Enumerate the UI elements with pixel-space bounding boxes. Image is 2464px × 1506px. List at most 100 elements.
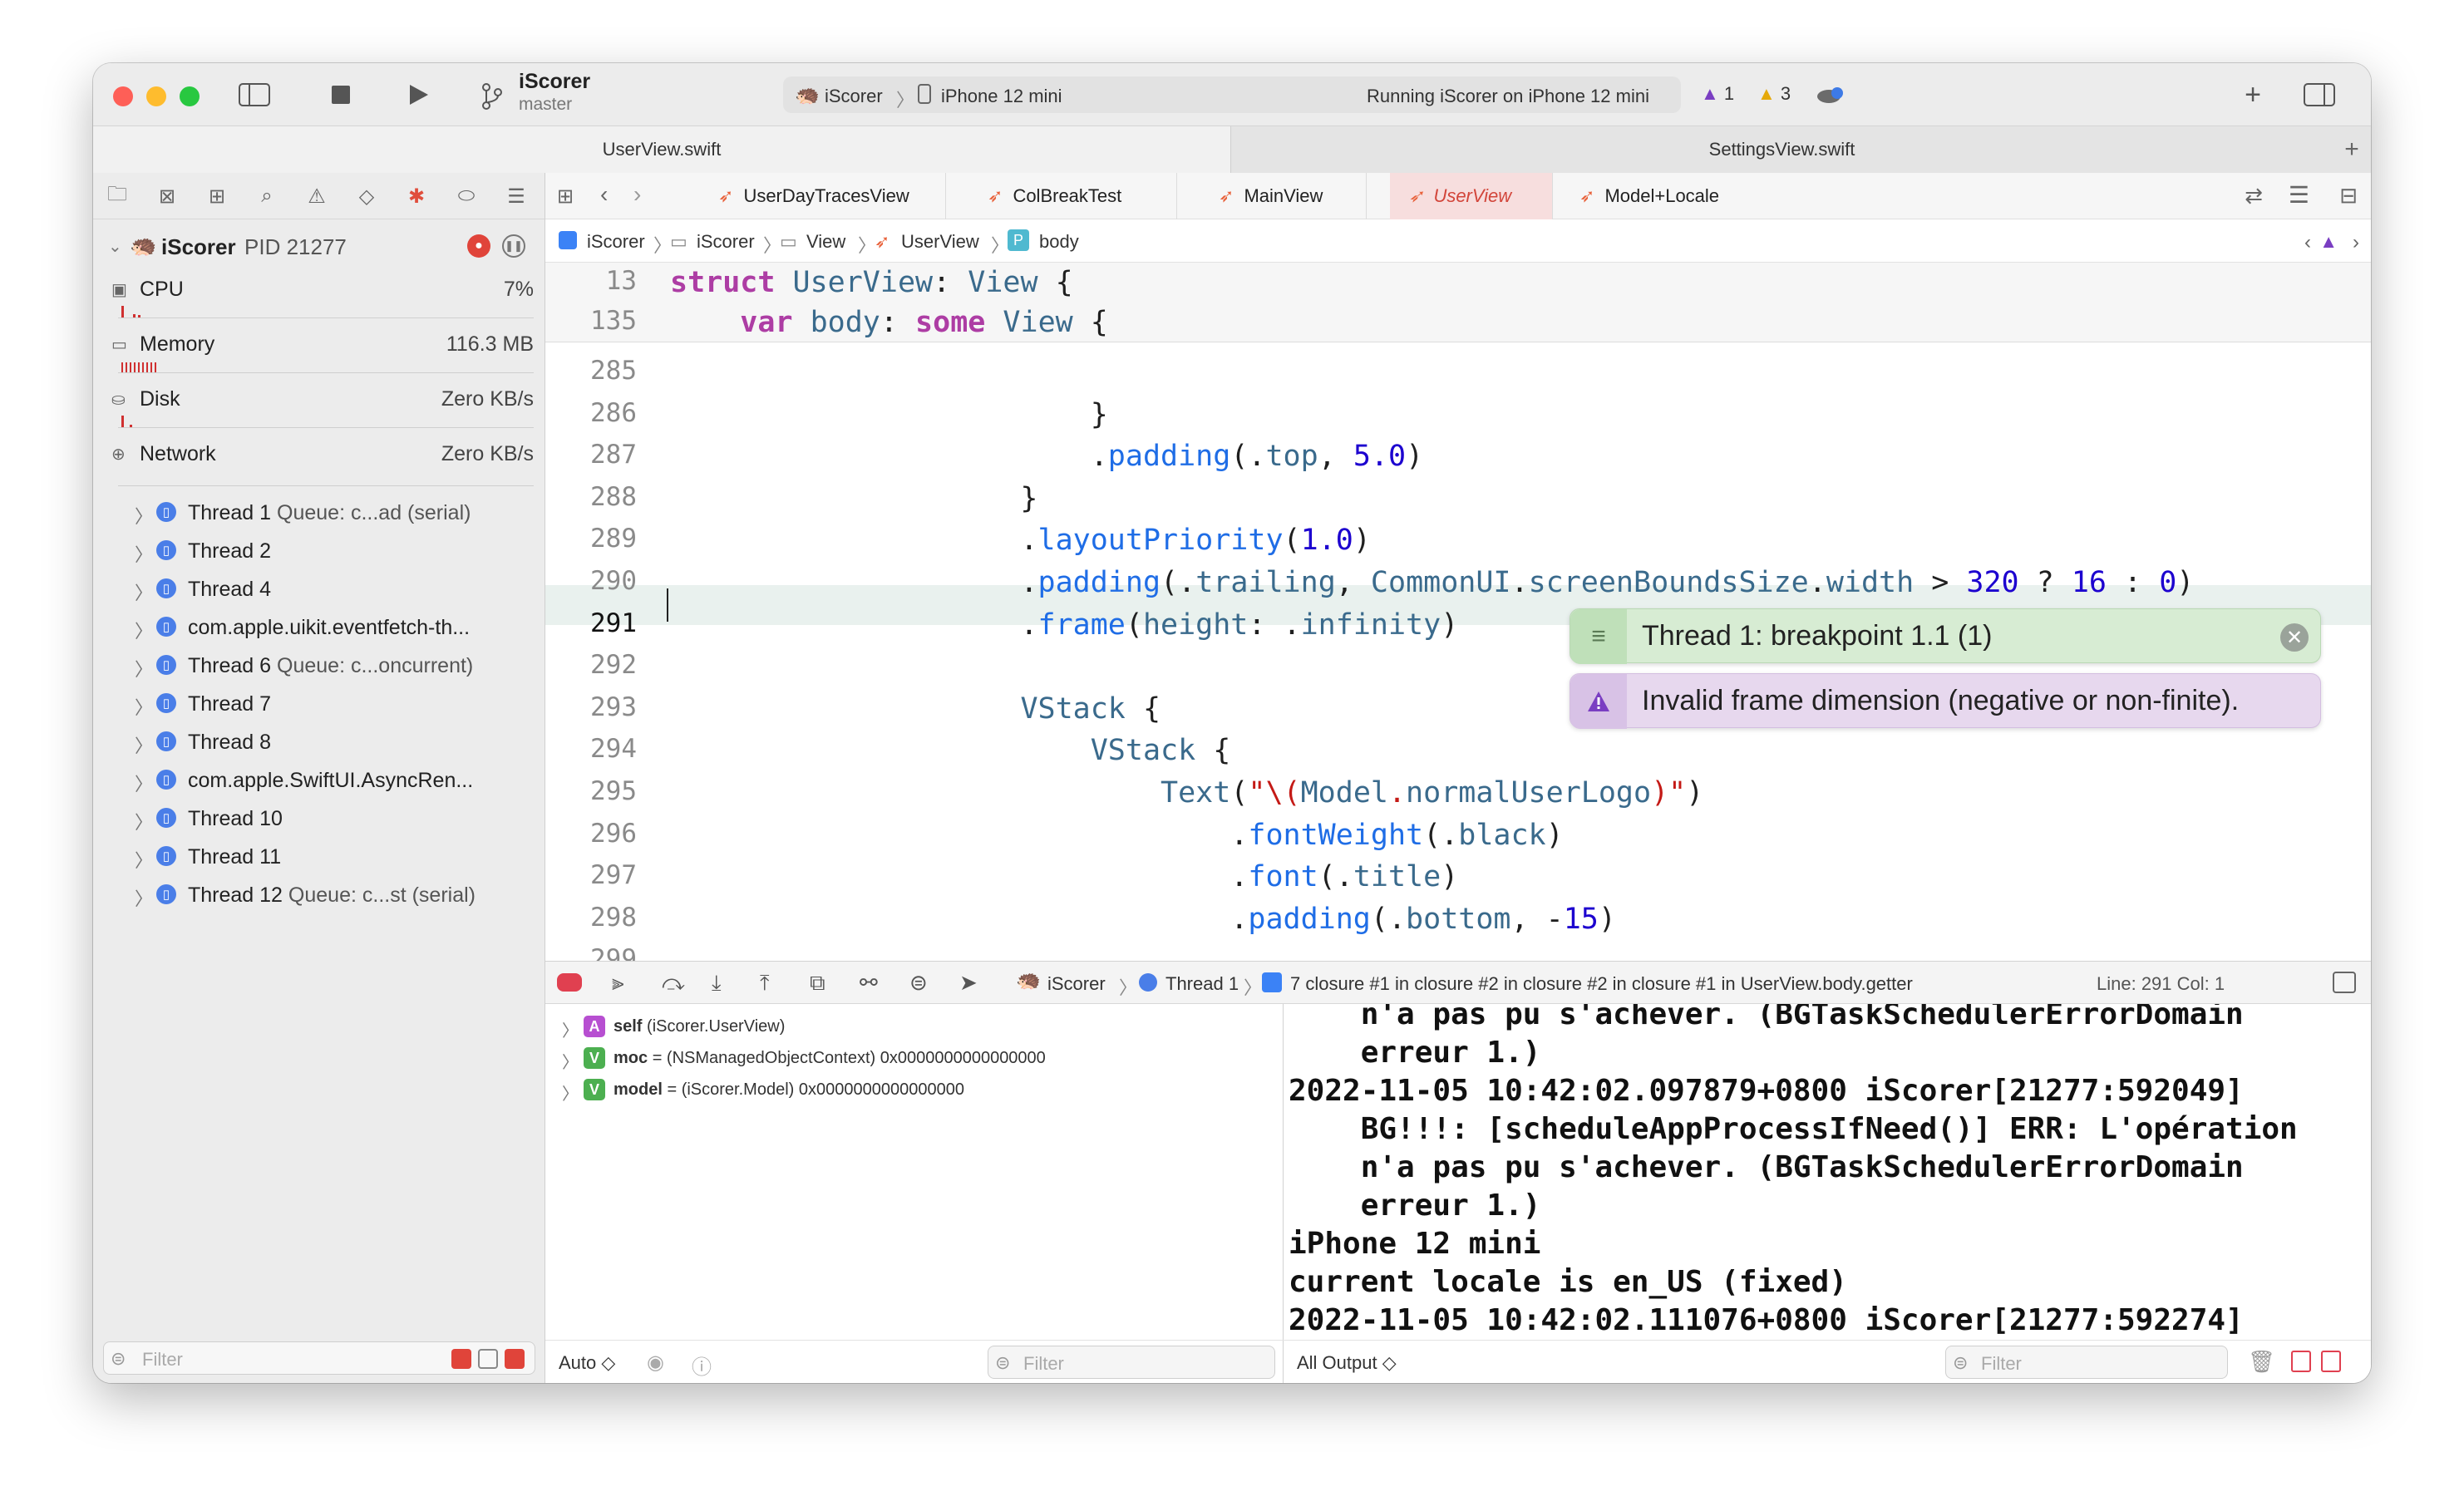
thread-row[interactable]: 〉 ▯ com.apple.uikit.eventfetch-th... [135,612,534,645]
filter-crash-icon[interactable] [451,1349,471,1369]
find-icon[interactable]: ⌕ [253,183,281,209]
chevron-right-icon[interactable]: 〉 [562,1017,579,1041]
thread-row[interactable]: 〉 ▯ com.apple.SwiftUI.AsyncRen... [135,765,534,798]
filter-running-icon[interactable] [478,1349,498,1369]
dismiss-icon[interactable]: ✕ [2280,623,2309,652]
breadcrumb-group[interactable]: iScorer [697,231,755,253]
stop-icon[interactable] [324,80,357,110]
thread-row[interactable]: 〉 ▯ Thread 7 [135,688,534,721]
zoom-button[interactable] [180,86,200,106]
editor-tab[interactable]: ➶ MainView [1200,173,1367,219]
gauge-disk[interactable]: ⛀ Disk Zero KB/s [111,384,534,437]
view-hierarchy-icon[interactable]: ⧉ [810,970,825,997]
editor-tab[interactable]: ➶ UserDayTracesView [700,173,946,219]
environment-icon[interactable]: ⊜ [909,970,928,996]
editor-tab[interactable]: ➶ UserView [1390,173,1553,219]
issue-icon[interactable]: ⚠ [303,183,331,209]
chevron-right-icon[interactable]: 〉 [562,1049,579,1073]
forward-icon[interactable]: › [633,181,641,208]
prev-issue-icon[interactable]: ‹ [2304,231,2311,254]
variables-filter[interactable]: ⊜ Filter [988,1346,1275,1379]
activity-scheme[interactable]: iScorer [825,86,883,107]
runtime-issue-annotation[interactable]: Invalid frame dimension (negative or non… [1570,673,2321,729]
eye-icon[interactable]: ◉ [647,1351,664,1375]
breakpoint-icon[interactable]: ⬭ [452,183,480,209]
back-icon[interactable]: ‹ [600,181,608,208]
source-control-icon[interactable]: ⊠ [153,183,181,209]
run-icon[interactable] [402,80,436,110]
gauge-cpu[interactable]: ▣ CPU 7% [111,274,534,327]
show-variables-icon[interactable] [2291,1351,2311,1372]
console-filter[interactable]: ⊜ Filter [1945,1346,2228,1379]
add-icon[interactable]: + [2236,79,2269,111]
chevron-right-icon[interactable]: 〉 [135,770,153,796]
activity-device[interactable]: iPhone 12 mini [941,86,1062,107]
swap-icon[interactable]: ⇄ [2245,183,2263,209]
doc-tab-userview[interactable]: UserView.swift [93,126,1230,173]
thread-row[interactable]: 〉 ▯ Thread 1 Queue: c...ad (serial) [135,497,534,530]
chevron-right-icon[interactable]: 〉 [562,1080,579,1105]
chevron-right-icon[interactable]: 〉 [135,693,153,720]
chevron-right-icon[interactable]: 〉 [135,617,153,643]
minimap-icon[interactable]: ☰ [2289,181,2309,209]
code-area[interactable]: 13 struct UserView: View { 135 var body:… [545,263,2371,974]
breadcrumb-file[interactable]: UserView [901,231,979,253]
thread-row[interactable]: 〉 ▯ Thread 10 [135,803,534,836]
thread-row[interactable]: 〉 ▯ Thread 4 [135,573,534,607]
inspector-toggle-icon[interactable] [2303,80,2336,110]
filter-stack-icon[interactable] [505,1349,525,1369]
stop-record-icon[interactable]: ● [467,234,490,258]
location-icon[interactable]: ➤ [959,970,978,996]
report-icon[interactable]: ☰ [502,183,530,209]
sidebar-toggle-icon[interactable] [238,80,271,110]
process-row[interactable]: ⌄ 🦔 iScorer PID 21277 ● ❚❚ [108,233,532,263]
split-editor-icon[interactable]: ⊟ [2339,183,2358,209]
gauge-network[interactable]: ⊕ Network Zero KB/s [111,439,534,492]
breadcrumb-symbol[interactable]: body [1039,231,1079,253]
chevron-right-icon[interactable]: 〉 [135,731,153,758]
chevron-right-icon[interactable]: 〉 [135,808,153,834]
doc-tab-settingsview[interactable]: SettingsView.swift [1230,126,2333,173]
editor-tab[interactable]: ➶ ColBreakTest [969,173,1177,219]
step-over-icon[interactable]: ⤼ [662,970,685,997]
memory-graph-icon[interactable]: ⚯ [860,970,878,996]
chevron-right-icon[interactable]: 〉 [135,846,153,873]
chevron-right-icon[interactable]: 〉 [135,655,153,682]
thread-row[interactable]: 〉 ▯ Thread 6 Queue: c...oncurrent) [135,650,534,683]
step-into-icon[interactable]: ⤓ [712,970,722,997]
thread-row[interactable]: 〉 ▯ Thread 8 [135,726,534,760]
debug-frame[interactable]: 7 closure #1 in closure #2 in closure #2… [1290,973,1913,995]
trash-icon[interactable]: 🗑 [2248,1349,2275,1375]
navigator-filter[interactable]: ⊜ Filter [103,1341,535,1375]
show-console-icon[interactable] [2321,1351,2341,1372]
info-icon[interactable]: ⓘ [692,1351,712,1380]
breadcrumb-project[interactable]: iScorer [587,231,645,253]
chevron-right-icon[interactable]: 〉 [135,540,153,567]
pause-icon[interactable]: ❚❚ [502,234,525,258]
thread-row[interactable]: 〉 ▯ Thread 2 [135,535,534,568]
step-out-icon[interactable]: ⤒ [760,970,770,997]
variables-scope-select[interactable]: Auto ◇ [559,1352,615,1374]
debug-thread[interactable]: Thread 1 [1165,973,1239,995]
close-button[interactable] [113,86,133,106]
gauge-memory[interactable]: ▭ Memory 116.3 MB [111,329,534,382]
chevron-right-icon[interactable]: 〉 [135,884,153,911]
minimize-button[interactable] [146,86,166,106]
grid-icon[interactable]: ⊞ [557,185,574,209]
thread-row[interactable]: 〉 ▯ Thread 11 [135,841,534,874]
chevron-right-icon[interactable]: 〉 [135,578,153,605]
breakpoints-toggle-icon[interactable] [557,973,582,992]
breakpoint-annotation[interactable]: ≡ Thread 1: breakpoint 1.1 (1) ✕ [1570,608,2321,664]
test-icon[interactable]: ◇ [352,183,381,209]
scheme-title[interactable]: iScorer [519,70,590,94]
next-issue-icon[interactable]: › [2353,231,2359,254]
output-select[interactable]: All Output ◇ [1297,1352,1397,1374]
cloud-icon[interactable] [1816,81,1846,109]
warnings-indicator[interactable]: ▲ 3 [1757,83,1791,105]
activity-view[interactable]: 🦔 iScorer 〉 iPhone 12 mini Running iScor… [783,76,1681,113]
console-output[interactable]: n'a pas pu s'achever. (BGTaskSchedulerEr… [1284,1004,2371,1383]
chevron-right-icon[interactable]: 〉 [135,502,153,529]
chevron-down-icon[interactable]: ⌄ [108,236,122,257]
hide-debug-area-icon[interactable] [2333,972,2356,993]
breadcrumb-folder[interactable]: View [806,231,845,253]
